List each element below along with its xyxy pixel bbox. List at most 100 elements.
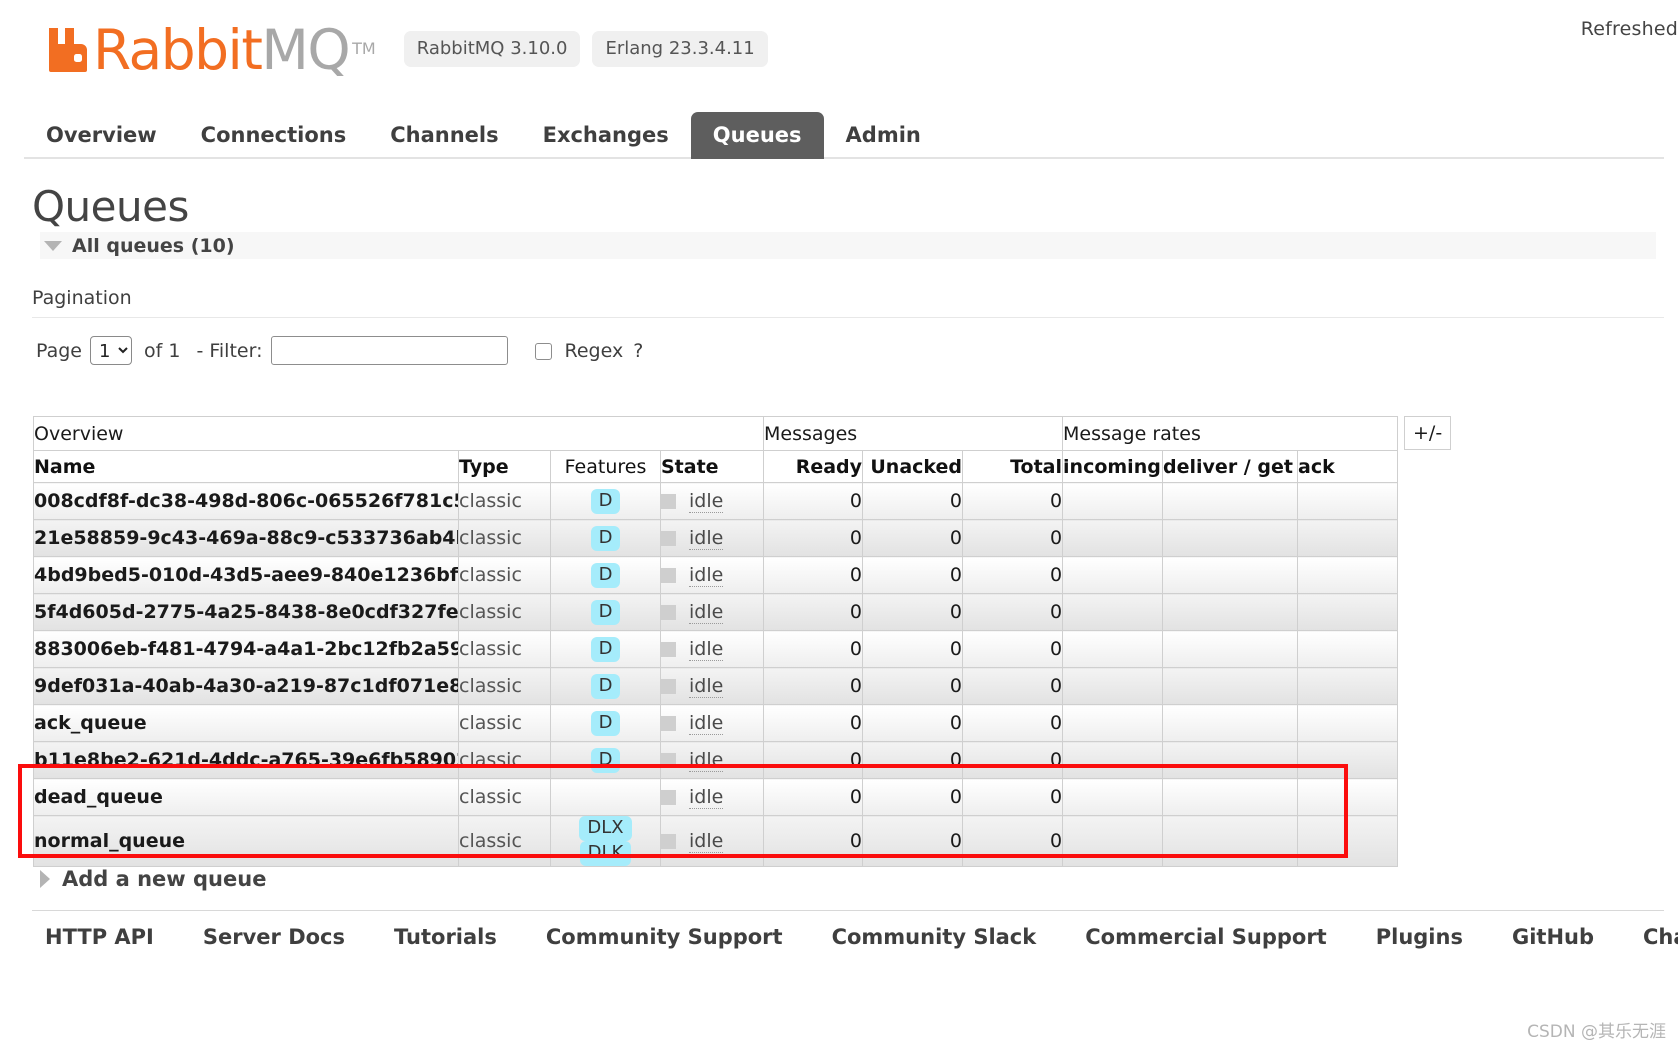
state-indicator-icon — [661, 641, 676, 657]
column-header-name[interactable]: Name — [33, 450, 459, 483]
rabbitmq-logo[interactable]: RabbitMQ TM — [45, 23, 376, 78]
table-row[interactable]: 4bd9bed5-010d-43d5-aee9-840e1236bf21 clas… — [33, 556, 1399, 594]
cell-queue-name[interactable]: ack_queue — [33, 704, 459, 742]
cell-messages-ready: 0 — [763, 778, 864, 816]
table-row[interactable]: 883006eb-f481-4794-a4a1-2bc12fb2a59e clas… — [33, 630, 1399, 668]
column-header-deliver-get[interactable]: deliver / get — [1162, 450, 1299, 483]
tab-connections[interactable]: Connections — [179, 112, 369, 159]
cell-messages-ready: 0 — [763, 704, 864, 742]
cell-queue-state: idle — [659, 556, 765, 594]
tab-channels[interactable]: Channels — [368, 112, 520, 159]
table-row[interactable]: 5f4d605d-2775-4a25-8438-8e0cdf327fee clas… — [33, 593, 1399, 631]
cell-messages-unacked: 0 — [862, 741, 964, 779]
state-label: idle — [689, 601, 724, 625]
cell-queue-type: classic — [458, 704, 551, 742]
table-row[interactable]: b11e8be2-621d-4ddc-a765-39e6fb589022 clas… — [33, 741, 1399, 779]
state-indicator-icon — [661, 789, 676, 805]
tab-overview[interactable]: Overview — [24, 112, 179, 159]
column-header-type[interactable]: Type — [458, 450, 551, 483]
footer-link-plugins[interactable]: Plugins — [1376, 925, 1463, 949]
rabbit-logo-icon — [49, 28, 87, 72]
cell-queue-state: idle — [659, 593, 765, 631]
filter-input[interactable] — [271, 336, 509, 365]
regex-label: Regex — [564, 339, 624, 362]
erlang-version-badge: Erlang 23.3.4.11 — [592, 31, 768, 67]
state-label: idle — [689, 675, 724, 699]
footer-link-changelog[interactable]: Changelog — [1643, 925, 1678, 949]
chevron-down-icon[interactable] — [44, 240, 62, 251]
chevron-right-icon[interactable] — [40, 870, 50, 888]
cell-rate-incoming — [1062, 667, 1164, 705]
filter-label: - Filter: — [196, 339, 263, 362]
cell-queue-name[interactable]: 9def031a-40ab-4a30-a219-87c1df071e81 — [33, 667, 459, 705]
page-select[interactable]: 1 — [90, 336, 132, 365]
cell-queue-type: classic — [458, 556, 551, 594]
cell-rate-incoming — [1062, 593, 1164, 631]
table-row[interactable]: 008cdf8f-dc38-498d-806c-065526f781c5 clas… — [33, 482, 1399, 520]
cell-queue-state: idle — [659, 519, 765, 557]
page-title: Queues — [32, 182, 189, 231]
cell-queue-features: D — [550, 556, 661, 594]
column-header-ack[interactable]: ack — [1297, 450, 1399, 483]
cell-queue-name[interactable]: normal_queue — [33, 815, 459, 867]
cell-messages-total: 0 — [962, 556, 1064, 594]
cell-messages-unacked: 0 — [862, 667, 964, 705]
table-row[interactable]: 9def031a-40ab-4a30-a219-87c1df071e81 clas… — [33, 667, 1399, 705]
cell-messages-ready: 0 — [763, 667, 864, 705]
cell-messages-total: 0 — [962, 741, 1064, 779]
cell-messages-total: 0 — [962, 630, 1064, 668]
cell-queue-name[interactable]: 5f4d605d-2775-4a25-8438-8e0cdf327fee — [33, 593, 459, 631]
tab-admin[interactable]: Admin — [824, 112, 943, 159]
table-row[interactable]: dead_queue classic idle 0 0 0 — [33, 778, 1399, 816]
cell-queue-features: D — [550, 482, 661, 520]
column-toggle-button[interactable]: +/- — [1404, 416, 1452, 450]
cell-queue-name[interactable]: 4bd9bed5-010d-43d5-aee9-840e1236bf21 — [33, 556, 459, 594]
cell-queue-state: idle — [659, 778, 765, 816]
cell-rate-incoming — [1062, 482, 1164, 520]
tab-queues[interactable]: Queues — [690, 112, 824, 159]
page-label: Page — [36, 339, 82, 362]
cell-queue-type: classic — [458, 593, 551, 631]
cell-rate-ack — [1297, 519, 1399, 557]
cell-rate-deliver-get — [1162, 704, 1299, 742]
cell-messages-unacked: 0 — [862, 556, 964, 594]
cell-rate-ack — [1297, 704, 1399, 742]
cell-queue-name[interactable]: 21e58859-9c43-469a-88c9-c533736ab4b4 — [33, 519, 459, 557]
cell-messages-total: 0 — [962, 815, 1064, 867]
all-queues-section-header[interactable]: All queues (10) — [40, 232, 1656, 259]
table-row[interactable]: ack_queue classic Didle 0 0 0 — [33, 704, 1399, 742]
footer-link-github[interactable]: GitHub — [1512, 925, 1594, 949]
footer-link-community-support[interactable]: Community Support — [546, 925, 783, 949]
footer-link-commercial-support[interactable]: Commercial Support — [1085, 925, 1327, 949]
footer-link-http-api[interactable]: HTTP API — [45, 925, 154, 949]
add-new-queue-section[interactable]: Add a new queue — [40, 867, 266, 891]
refreshed-status: Refreshed — [1580, 18, 1678, 40]
cell-queue-name[interactable]: b11e8be2-621d-4ddc-a765-39e6fb589022 — [33, 741, 459, 779]
cell-messages-ready: 0 — [763, 556, 864, 594]
pagination-controls: Page 1 of 1 - Filter: Regex ? — [36, 336, 643, 365]
cell-queue-features: D — [550, 704, 661, 742]
state-indicator-icon — [661, 715, 676, 731]
cell-queue-name[interactable]: dead_queue — [33, 778, 459, 816]
footer-links: HTTP API Server Docs Tutorials Community… — [45, 925, 1678, 949]
column-header-incoming[interactable]: incoming — [1062, 450, 1164, 483]
table-row[interactable]: normal_queue classic DLXDLK idle 0 0 0 — [33, 815, 1399, 867]
cell-queue-name[interactable]: 008cdf8f-dc38-498d-806c-065526f781c5 — [33, 482, 459, 520]
cell-queue-state: idle — [659, 482, 765, 520]
group-header-messages: Messages — [763, 416, 1064, 451]
regex-checkbox[interactable] — [535, 343, 553, 360]
column-header-state[interactable]: State — [659, 450, 765, 483]
column-header-unacked[interactable]: Unacked — [862, 450, 964, 483]
column-header-ready[interactable]: Ready — [763, 450, 864, 483]
footer-link-community-slack[interactable]: Community Slack — [832, 925, 1037, 949]
column-header-total[interactable]: Total — [962, 450, 1064, 483]
page-count-label: of 1 — [144, 339, 181, 362]
footer-link-server-docs[interactable]: Server Docs — [203, 925, 345, 949]
footer-link-tutorials[interactable]: Tutorials — [394, 925, 497, 949]
state-indicator-icon — [661, 604, 676, 620]
regex-help-icon[interactable]: ? — [633, 340, 643, 362]
cell-queue-name[interactable]: 883006eb-f481-4794-a4a1-2bc12fb2a59e — [33, 630, 459, 668]
tab-exchanges[interactable]: Exchanges — [521, 112, 691, 159]
table-row[interactable]: 21e58859-9c43-469a-88c9-c533736ab4b4 clas… — [33, 519, 1399, 557]
cell-queue-type: classic — [458, 815, 551, 867]
